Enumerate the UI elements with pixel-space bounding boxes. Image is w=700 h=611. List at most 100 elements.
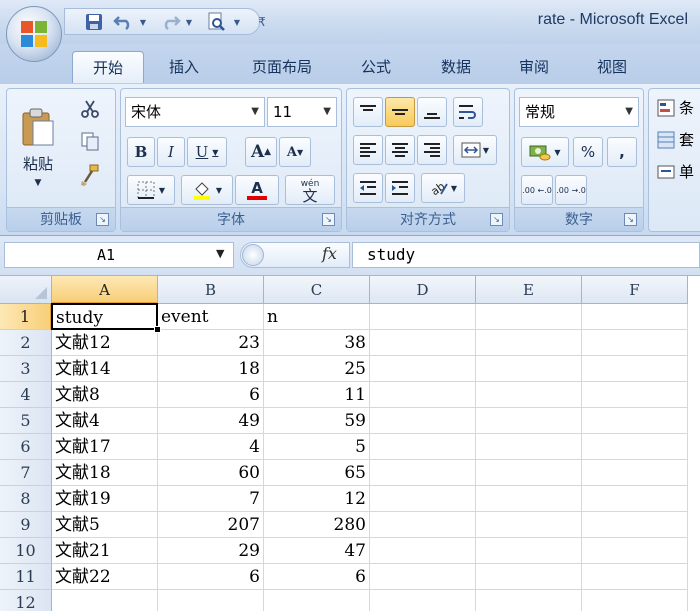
row-header-3[interactable]: 3 [0, 356, 52, 382]
cell-e5[interactable] [476, 408, 582, 434]
alignment-launcher-icon[interactable]: ↘ [490, 213, 503, 226]
cell-b3[interactable]: 18 [158, 356, 264, 382]
orientation-dropdown-icon[interactable]: ▼ [451, 184, 457, 193]
cell-d6[interactable] [370, 434, 476, 460]
cell-e12[interactable] [476, 590, 582, 611]
row-header-11[interactable]: 11 [0, 564, 52, 590]
row-header-1[interactable]: 1 [0, 304, 52, 330]
cell-f8[interactable] [582, 486, 688, 512]
cell-c12[interactable] [264, 590, 370, 611]
undo-icon[interactable] [112, 12, 136, 32]
row-header-12[interactable]: 12 [0, 590, 52, 611]
comma-button[interactable]: , [607, 137, 637, 167]
cell-f5[interactable] [582, 408, 688, 434]
tab-page-layout[interactable]: 页面布局 [234, 51, 330, 83]
print-preview-icon[interactable] [204, 12, 228, 32]
tab-formulas[interactable]: 公式 [346, 51, 406, 83]
accounting-dropdown-icon[interactable]: ▼ [554, 148, 560, 157]
row-header-5[interactable]: 5 [0, 408, 52, 434]
increase-decimal-button[interactable]: .00 ←.0 [521, 175, 553, 205]
bold-button[interactable]: B [127, 137, 155, 167]
copy-button[interactable] [73, 127, 107, 155]
increase-indent-button[interactable] [385, 173, 415, 203]
cell-f7[interactable] [582, 460, 688, 486]
wrap-text-button[interactable] [453, 97, 483, 127]
cell-b1[interactable]: event [158, 304, 264, 330]
cell-d3[interactable] [370, 356, 476, 382]
align-right-button[interactable] [417, 135, 447, 165]
cell-e11[interactable] [476, 564, 582, 590]
cell-c9[interactable]: 280 [264, 512, 370, 538]
borders-button[interactable]: ▼ [127, 175, 175, 205]
save-icon[interactable] [84, 12, 104, 32]
cut-button[interactable] [73, 95, 107, 123]
cell-e6[interactable] [476, 434, 582, 460]
cell-styles-button[interactable]: 单 [657, 161, 694, 182]
customize-icon[interactable]: ₹ [256, 12, 268, 32]
number-format-dropdown-icon[interactable]: ▼ [625, 98, 633, 126]
row-header-10[interactable]: 10 [0, 538, 52, 564]
cell-d2[interactable] [370, 330, 476, 356]
row-header-8[interactable]: 8 [0, 486, 52, 512]
cell-c4[interactable]: 11 [264, 382, 370, 408]
paste-button[interactable]: 粘贴 ▼ [13, 95, 63, 199]
font-name-select[interactable]: 宋体 ▼ [125, 97, 265, 127]
tab-view[interactable]: 视图 [580, 51, 644, 83]
cell-c2[interactable]: 38 [264, 330, 370, 356]
cell-d12[interactable] [370, 590, 476, 611]
cell-f2[interactable] [582, 330, 688, 356]
font-name-dropdown-icon[interactable]: ▼ [251, 98, 259, 126]
number-launcher-icon[interactable]: ↘ [624, 213, 637, 226]
cell-b7[interactable]: 60 [158, 460, 264, 486]
cell-a5[interactable]: 文献4 [52, 408, 158, 434]
cell-b5[interactable]: 49 [158, 408, 264, 434]
merge-center-button[interactable]: ▼ [453, 135, 497, 165]
cell-a4[interactable]: 文献8 [52, 382, 158, 408]
cell-c10[interactable]: 47 [264, 538, 370, 564]
print-dropdown-icon[interactable]: ▼ [232, 12, 242, 32]
cell-c3[interactable]: 25 [264, 356, 370, 382]
row-header-2[interactable]: 2 [0, 330, 52, 356]
merge-dropdown-icon[interactable]: ▼ [483, 146, 489, 155]
cell-e9[interactable] [476, 512, 582, 538]
cell-d7[interactable] [370, 460, 476, 486]
redo-icon[interactable] [158, 12, 182, 32]
align-bottom-button[interactable] [417, 97, 447, 127]
percent-button[interactable]: % [573, 137, 603, 167]
cell-a2[interactable]: 文献12 [52, 330, 158, 356]
cell-c8[interactable]: 12 [264, 486, 370, 512]
cell-e3[interactable] [476, 356, 582, 382]
format-painter-button[interactable] [73, 161, 107, 189]
insert-function-button[interactable]: fx [322, 244, 337, 263]
align-top-button[interactable] [353, 97, 383, 127]
cell-b2[interactable]: 23 [158, 330, 264, 356]
cell-f1[interactable] [582, 304, 688, 330]
cell-f12[interactable] [582, 590, 688, 611]
tab-review[interactable]: 审阅 [502, 51, 566, 83]
font-launcher-icon[interactable]: ↘ [322, 213, 335, 226]
column-header-c[interactable]: C [264, 276, 370, 304]
cell-c1[interactable]: n [264, 304, 370, 330]
cell-f9[interactable] [582, 512, 688, 538]
name-box[interactable]: A1 [4, 242, 234, 268]
cell-b12[interactable] [158, 590, 264, 611]
cell-a8[interactable]: 文献19 [52, 486, 158, 512]
cell-d4[interactable] [370, 382, 476, 408]
align-center-button[interactable] [385, 135, 415, 165]
redo-dropdown-icon[interactable]: ▼ [184, 12, 194, 32]
grow-font-button[interactable]: A ▲ [245, 137, 277, 167]
cell-a9[interactable]: 文献5 [52, 512, 158, 538]
conditional-format-button[interactable]: 条 [657, 97, 694, 118]
cell-b11[interactable]: 6 [158, 564, 264, 590]
formula-input[interactable]: study [352, 242, 700, 268]
cell-b4[interactable]: 6 [158, 382, 264, 408]
undo-dropdown-icon[interactable]: ▼ [138, 12, 148, 32]
column-header-b[interactable]: B [158, 276, 264, 304]
cell-e1[interactable] [476, 304, 582, 330]
orientation-button[interactable]: ab ▼ [421, 173, 465, 203]
underline-button[interactable]: U ▼ [187, 137, 227, 167]
row-header-7[interactable]: 7 [0, 460, 52, 486]
cell-c7[interactable]: 65 [264, 460, 370, 486]
cell-b9[interactable]: 207 [158, 512, 264, 538]
font-size-select[interactable]: 11 ▼ [267, 97, 337, 127]
